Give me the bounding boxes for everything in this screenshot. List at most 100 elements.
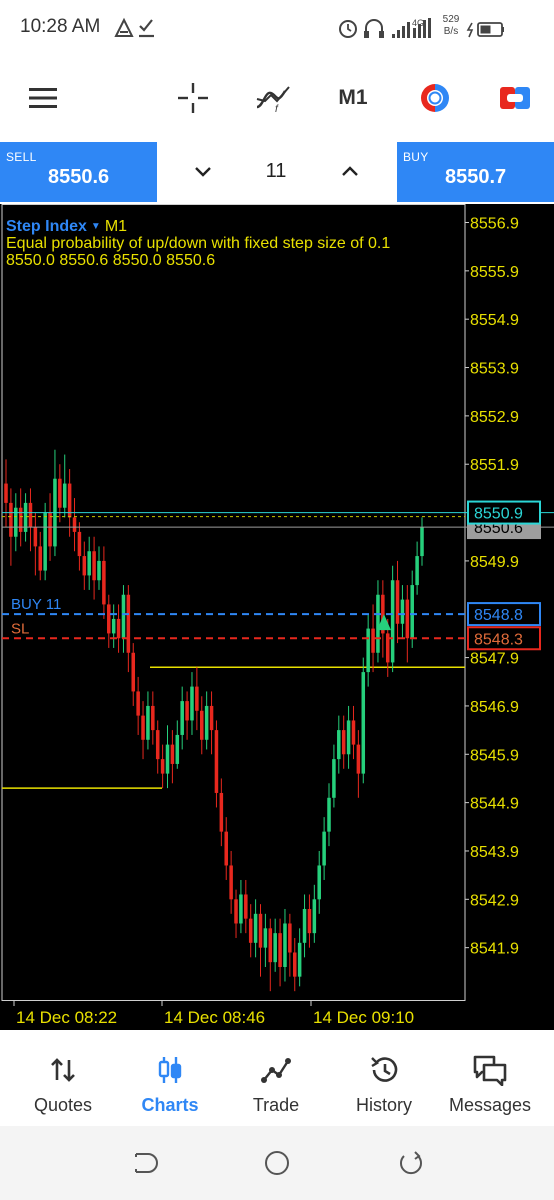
buy-line-label: BUY 11 bbox=[11, 596, 61, 613]
candle-body bbox=[400, 599, 405, 624]
chevron-down-icon bbox=[195, 167, 211, 177]
nav-history-label: History bbox=[355, 1095, 412, 1115]
one-click-trading-button[interactable] bbox=[412, 76, 458, 120]
ohlc-values: 8550.0 8550.6 8550.0 8550.6 bbox=[6, 252, 216, 269]
candle-body bbox=[214, 730, 219, 793]
candle-body bbox=[107, 604, 111, 634]
sell-button[interactable]: SELL 8550.6 bbox=[0, 142, 157, 202]
candle-body bbox=[111, 618, 116, 634]
candle-body bbox=[195, 686, 199, 711]
candle-body bbox=[87, 551, 91, 576]
indicators-button[interactable]: f bbox=[250, 76, 296, 120]
candle-body bbox=[102, 560, 106, 605]
status-time: 10:28 AM bbox=[20, 16, 101, 37]
candle-body bbox=[58, 478, 62, 508]
y-tick-label: 8547.9 bbox=[470, 651, 519, 668]
candle-body bbox=[116, 618, 121, 639]
candle-body bbox=[224, 831, 228, 866]
net-speed-unit: B/s bbox=[443, 26, 459, 37]
trade-icon bbox=[500, 87, 530, 109]
nav-charts[interactable]: Charts bbox=[115, 1030, 225, 1126]
charts-icon bbox=[158, 1057, 182, 1083]
y-tick-label: 8552.9 bbox=[470, 409, 519, 426]
chart-area[interactable]: BUY 11 SL 8556.9 8555.9 8554.9 8553.9 8552.9 85… bbox=[0, 204, 554, 1030]
candle-body bbox=[239, 894, 243, 924]
candle-body bbox=[376, 594, 380, 653]
x-tick-label: 14 Dec 08:22 bbox=[16, 1008, 117, 1027]
candle-body bbox=[278, 933, 282, 967]
download-done-icon bbox=[139, 19, 154, 38]
menu-button[interactable] bbox=[20, 76, 66, 120]
recents-icon[interactable] bbox=[396, 1148, 426, 1178]
candle-body bbox=[175, 734, 180, 764]
nav-messages-label: Messages bbox=[448, 1095, 532, 1115]
trade-panel: SELL 8550.6 11 BUY 8550.7 bbox=[0, 140, 554, 204]
candle-body bbox=[307, 908, 312, 934]
timeframe-button[interactable]: M1 bbox=[330, 76, 376, 120]
one-click-trading-icon bbox=[421, 84, 449, 112]
nav-history[interactable]: History bbox=[329, 1030, 439, 1126]
app-root: 10:28 AM 4G 529 B/s f M1 SELL 8550.6 11 … bbox=[0, 0, 554, 1200]
back-icon[interactable] bbox=[128, 1148, 158, 1178]
home-icon[interactable] bbox=[262, 1148, 292, 1178]
y-tick-label: 8555.9 bbox=[470, 264, 519, 281]
candle-body bbox=[38, 546, 43, 571]
new-order-button[interactable] bbox=[492, 76, 538, 120]
candle-body bbox=[332, 759, 336, 798]
candle-body bbox=[33, 527, 38, 547]
y-tick-label: 8553.9 bbox=[470, 361, 519, 378]
candle-body bbox=[371, 628, 375, 653]
candle-body bbox=[43, 512, 47, 571]
lte-icon: 4G bbox=[412, 18, 431, 38]
candle-body bbox=[415, 556, 419, 586]
candle-body bbox=[268, 928, 273, 963]
candle-body bbox=[317, 865, 321, 900]
candle-body bbox=[136, 691, 140, 716]
y-tick-label: 8554.9 bbox=[470, 312, 519, 329]
battery-charging-icon bbox=[466, 22, 504, 38]
buy-price: 8550.7 bbox=[445, 166, 507, 188]
net-speed: 529 B/s bbox=[436, 14, 466, 38]
nav-trade[interactable]: Trade bbox=[221, 1030, 331, 1126]
y-tick-label: 8542.9 bbox=[470, 892, 519, 909]
candle-body bbox=[160, 759, 165, 774]
x-tick-label: 14 Dec 08:46 bbox=[164, 1008, 265, 1027]
crosshair-button[interactable] bbox=[170, 76, 216, 120]
chevron-up-icon bbox=[342, 166, 358, 176]
candle-body bbox=[420, 527, 424, 557]
candle-body bbox=[395, 580, 400, 624]
x-tick-label: 14 Dec 09:10 bbox=[313, 1008, 414, 1027]
y-tick-label: 8546.9 bbox=[470, 699, 519, 716]
nav-messages[interactable]: Messages bbox=[435, 1030, 545, 1126]
symbol-dropdown-icon[interactable]: ▼ bbox=[91, 218, 101, 235]
buy-button[interactable]: BUY 8550.7 bbox=[397, 142, 554, 202]
y-tick-label: 8541.9 bbox=[470, 941, 519, 958]
svg-text:f: f bbox=[275, 104, 279, 113]
y-tick-label: 8545.9 bbox=[470, 747, 519, 764]
candle-body bbox=[82, 556, 87, 576]
crosshair-icon bbox=[178, 83, 208, 113]
candle-body bbox=[263, 928, 268, 948]
symbol-line: Step Index ▼ M1 bbox=[6, 218, 390, 235]
volume-decrease-button[interactable] bbox=[186, 154, 220, 190]
candle-body bbox=[126, 594, 131, 653]
nav-quotes-label: Quotes bbox=[33, 1095, 93, 1115]
volume-increase-button[interactable] bbox=[333, 154, 367, 190]
candle-body bbox=[121, 594, 126, 639]
chart-info: Step Index ▼ M1 Equal probability of up/… bbox=[6, 218, 390, 269]
sell-label: SELL bbox=[6, 150, 37, 164]
signal-icon bbox=[392, 22, 410, 38]
y-tick-label: 8544.9 bbox=[470, 796, 519, 813]
candle-body bbox=[48, 512, 52, 547]
y-tick-label: 8556.9 bbox=[470, 216, 519, 233]
candle-body bbox=[9, 502, 13, 537]
candlestick-chart[interactable]: BUY 11 SL 8556.9 8555.9 8554.9 8553.9 8552.9 85… bbox=[0, 204, 554, 1030]
nav-quotes[interactable]: Quotes bbox=[8, 1030, 118, 1126]
candle-body bbox=[302, 908, 307, 943]
ask-price-tag-text: 8550.9 bbox=[474, 506, 523, 523]
candle-body bbox=[219, 792, 224, 832]
volume-input[interactable]: 11 bbox=[240, 160, 312, 183]
candle-body bbox=[190, 686, 194, 721]
symbol-name[interactable]: Step Index bbox=[6, 218, 87, 235]
candle-body bbox=[165, 744, 170, 774]
